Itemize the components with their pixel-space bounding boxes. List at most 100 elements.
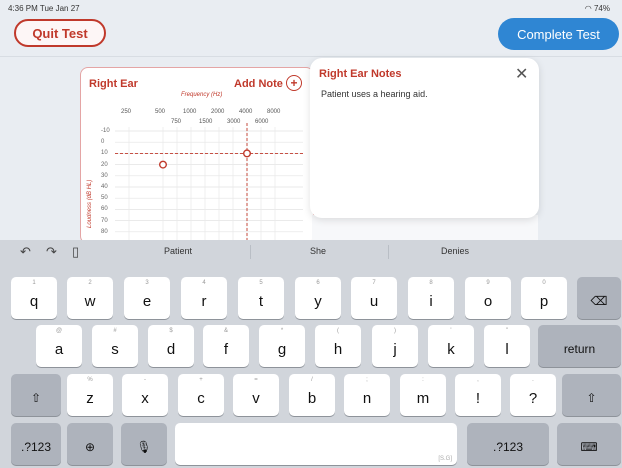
numbers-key-left[interactable]: .?123 — [11, 423, 61, 465]
key-hint: 0 — [542, 280, 546, 286]
key-hint: . — [532, 377, 534, 383]
key-d[interactable]: $ d — [148, 325, 194, 367]
key-label: k — [447, 340, 455, 358]
quit-test-button[interactable]: Quit Test — [14, 19, 106, 47]
key-question[interactable]: .? — [510, 374, 556, 416]
key-label: .?123 — [492, 440, 524, 454]
key-label: 🎙 — [136, 440, 152, 454]
microphone-icon[interactable]: 🎙 — [121, 423, 167, 465]
suggestion-bar: ↶ ↷ ▯ Patient She Denies — [0, 240, 622, 264]
key-o[interactable]: 9o — [465, 277, 511, 319]
key-z[interactable]: % z — [67, 374, 113, 416]
audiogram-grid[interactable] — [81, 68, 313, 243]
key-h[interactable]: (h — [315, 325, 361, 367]
key-label: d — [166, 340, 176, 358]
key-hint: , — [477, 377, 479, 383]
key-y[interactable]: 6y — [295, 277, 341, 319]
key-hint: * — [280, 328, 284, 334]
key-f[interactable]: & f — [203, 325, 249, 367]
numbers-key-right[interactable]: .?123 — [467, 423, 549, 465]
key-p[interactable]: 0p — [521, 277, 567, 319]
shift-left-key[interactable]: ⇧ — [11, 374, 61, 416]
shift-right-key[interactable]: ⇧ — [562, 374, 621, 416]
key-label: t — [258, 292, 264, 310]
key-u[interactable]: 7u — [351, 277, 397, 319]
key-m[interactable]: :m — [400, 374, 446, 416]
key-v[interactable]: = v — [233, 374, 279, 416]
key-label: c — [197, 389, 205, 407]
paste-icon[interactable]: ▯ — [72, 244, 79, 260]
space-bar[interactable]: [S.G] — [175, 423, 457, 465]
notes-body[interactable]: Patient uses a hearing aid. — [321, 89, 428, 99]
key-hint: 3 — [145, 280, 149, 286]
key-g[interactable]: * g — [259, 325, 305, 367]
key-x[interactable]: -x — [122, 374, 168, 416]
key-label: l — [505, 340, 509, 358]
key-label: f — [223, 340, 229, 358]
return-key[interactable]: return — [538, 325, 621, 367]
key-hint: 9 — [486, 280, 490, 286]
key-w[interactable]: 2w — [67, 277, 113, 319]
audiogram-card: Right Ear Add Note + Frequency (Hz) 250 5… — [80, 67, 314, 244]
key-label: q — [29, 292, 39, 310]
key-hint: = — [254, 377, 258, 383]
close-icon[interactable]: ✕ — [515, 64, 528, 84]
key-label: return — [563, 342, 596, 356]
key-k[interactable]: ' k — [428, 325, 474, 367]
key-j[interactable]: ) j — [372, 325, 418, 367]
undo-icon[interactable]: ↶ — [20, 244, 31, 260]
key-label: u — [369, 292, 379, 310]
key-s[interactable]: # s — [92, 325, 138, 367]
key-hint: ' — [450, 328, 452, 334]
globe-icon[interactable]: ⊕ — [67, 423, 113, 465]
backspace-key[interactable]: ⌫ — [577, 277, 621, 319]
key-label: ⊕ — [84, 440, 96, 454]
key-hint: @ — [55, 328, 63, 334]
key-hint: 5 — [259, 280, 263, 286]
redo-icon[interactable]: ↷ — [46, 244, 57, 260]
key-label: w — [84, 292, 96, 310]
suggestion-divider — [388, 245, 389, 259]
key-l[interactable]: " l — [484, 325, 530, 367]
key-label: g — [277, 340, 287, 358]
suggestion-3[interactable]: Denies — [441, 246, 469, 256]
key-hint: 2 — [88, 280, 92, 286]
wifi-icon: ◠ — [584, 4, 592, 13]
notes-title: Right Ear Notes — [319, 68, 402, 80]
battery-indicator: ◠ 74% — [585, 4, 610, 13]
key-b[interactable]: / b — [289, 374, 335, 416]
key-label: e — [142, 292, 152, 310]
key-label: i — [429, 292, 433, 310]
key-label: ⇧ — [30, 391, 42, 405]
key-exclamation[interactable]: ,! — [455, 374, 501, 416]
suggestion-2[interactable]: She — [310, 246, 326, 256]
key-hint: " — [505, 328, 509, 334]
key-label: s — [111, 340, 119, 358]
key-c[interactable]: + c — [178, 374, 224, 416]
suggestion-1[interactable]: Patient — [164, 246, 192, 256]
key-n[interactable]: ; n — [344, 374, 390, 416]
key-hint: $ — [169, 328, 173, 334]
key-label: h — [333, 340, 343, 358]
key-hint: - — [144, 377, 146, 383]
key-hint: 8 — [429, 280, 433, 286]
key-a[interactable]: @ a — [36, 325, 82, 367]
keyboard-dismiss-icon[interactable]: ⌨ — [557, 423, 621, 465]
key-hint: ; — [366, 377, 368, 383]
key-i[interactable]: 8i — [408, 277, 454, 319]
key-e[interactable]: 3e — [124, 277, 170, 319]
key-label: ⌨ — [580, 440, 598, 454]
key-t[interactable]: 5t — [238, 277, 284, 319]
key-hint: ( — [337, 328, 339, 334]
complete-test-button[interactable]: Complete Test — [498, 18, 619, 50]
key-q[interactable]: 1q — [11, 277, 57, 319]
status-bar: 4:36 PM Tue Jan 27 ◠ 74% — [0, 0, 622, 16]
key-hint: ) — [394, 328, 396, 334]
key-label: ⌫ — [590, 294, 608, 308]
key-hint: : — [422, 377, 424, 383]
key-r[interactable]: 4r — [181, 277, 227, 319]
key-label: a — [54, 340, 64, 358]
key-label: m — [416, 389, 430, 407]
key-label: x — [141, 389, 149, 407]
key-label: ! — [475, 389, 481, 407]
